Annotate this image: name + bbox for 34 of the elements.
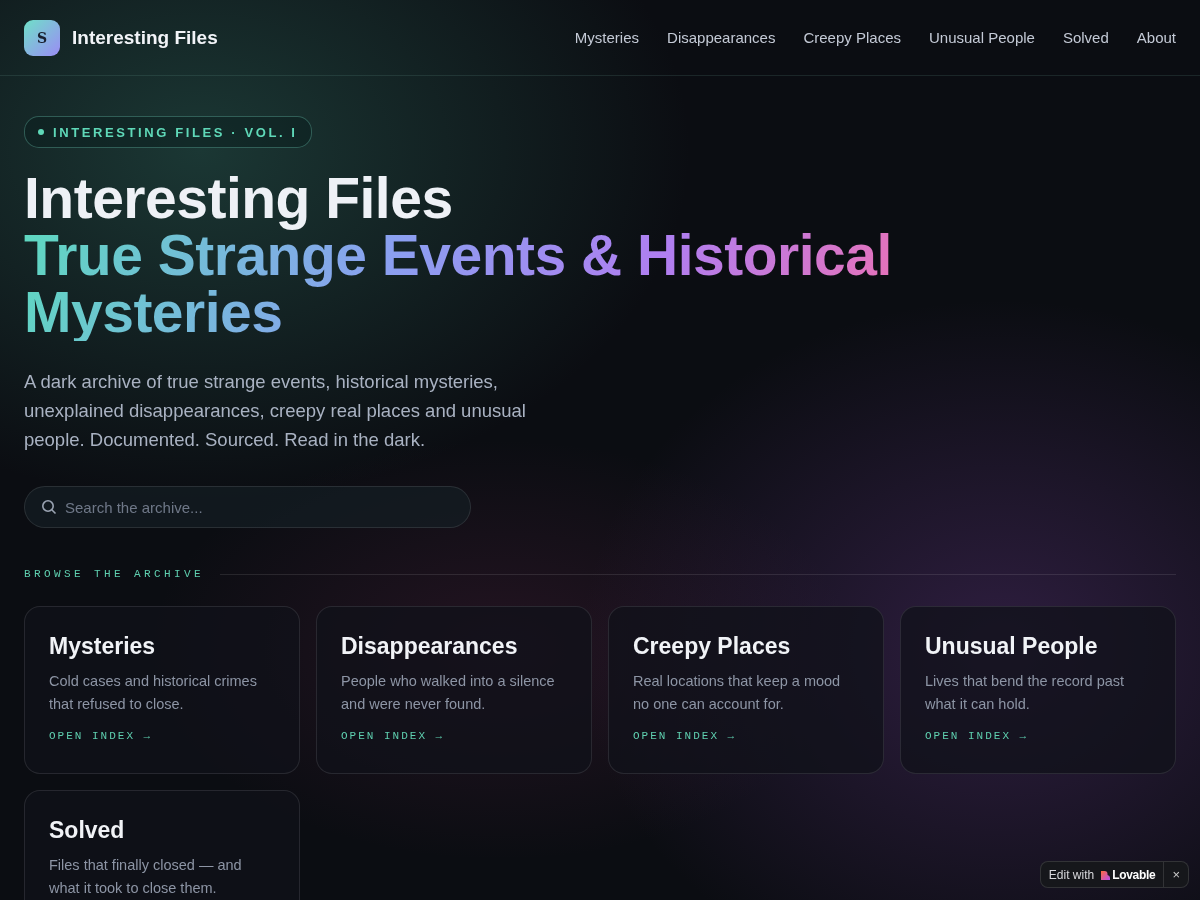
hero-description: A dark archive of true strange events, historical mysteries, unexplained disappearances, creepy real places and unusual people. Documented. Sourced. Read in the dark. <box>24 370 527 452</box>
brand-name: Interesting Files <box>72 26 218 49</box>
card-title: Creepy Places <box>633 633 792 660</box>
card-description: People who walked into a silence and were never found. <box>341 672 556 714</box>
category-card[interactable]: Solved Files that finally closed — and what it took to close them. <box>24 790 300 900</box>
search-field[interactable]: Search the archive... <box>24 486 471 528</box>
nav-link[interactable]: Mysteries <box>574 29 640 46</box>
edit-with-button[interactable]: Edit with Lovable <box>1040 867 1164 882</box>
card-title: Unusual People <box>925 633 1099 660</box>
card-description: Real locations that keep a mood no one can account for. <box>633 672 842 714</box>
section-label: BROWSE THE ARCHIVE <box>24 568 205 580</box>
category-card[interactable]: Mysteries Cold cases and historical crimes that refused to close. OPEN INDEX → <box>24 606 300 774</box>
card-description: Lives that bend the record past what it can hold. <box>925 672 1126 714</box>
card-title: Mysteries <box>49 633 157 660</box>
nav-link[interactable]: Disappearances <box>667 29 776 46</box>
card-description: Cold cases and historical crimes that refused to close. <box>49 672 258 714</box>
category-card[interactable]: Disappearances People who walked into a silence and were never found. OPEN INDEX → <box>316 606 592 774</box>
search-icon <box>41 499 57 515</box>
category-card[interactable]: Creepy Places Real locations that keep a mood no one can account for. OPEN INDEX → <box>608 606 884 774</box>
open-index-link[interactable]: OPEN INDEX → <box>49 730 153 742</box>
nav-link[interactable]: Solved <box>1062 29 1109 46</box>
open-index-link[interactable]: OPEN INDEX → <box>925 730 1029 742</box>
card-description: Files that finally closed — and what it took to close them. <box>49 856 243 898</box>
open-index-link[interactable]: OPEN INDEX → <box>633 730 737 742</box>
logo-icon[interactable]: S <box>24 19 60 56</box>
open-index-link[interactable]: OPEN INDEX → <box>341 730 445 742</box>
nav-link[interactable]: About <box>1136 29 1176 46</box>
card-title: Solved <box>49 817 126 844</box>
nav-link[interactable]: Creepy Places <box>803 29 901 46</box>
edition-badge: INTERESTING FILES · VOL. I <box>24 116 312 148</box>
nav-link[interactable]: Unusual People <box>929 29 1035 46</box>
category-card[interactable]: Unusual People Lives that bend the record past what it can hold. OPEN INDEX → <box>900 606 1176 774</box>
card-title: Disappearances <box>341 633 519 660</box>
close-button[interactable]: × <box>1163 862 1188 887</box>
